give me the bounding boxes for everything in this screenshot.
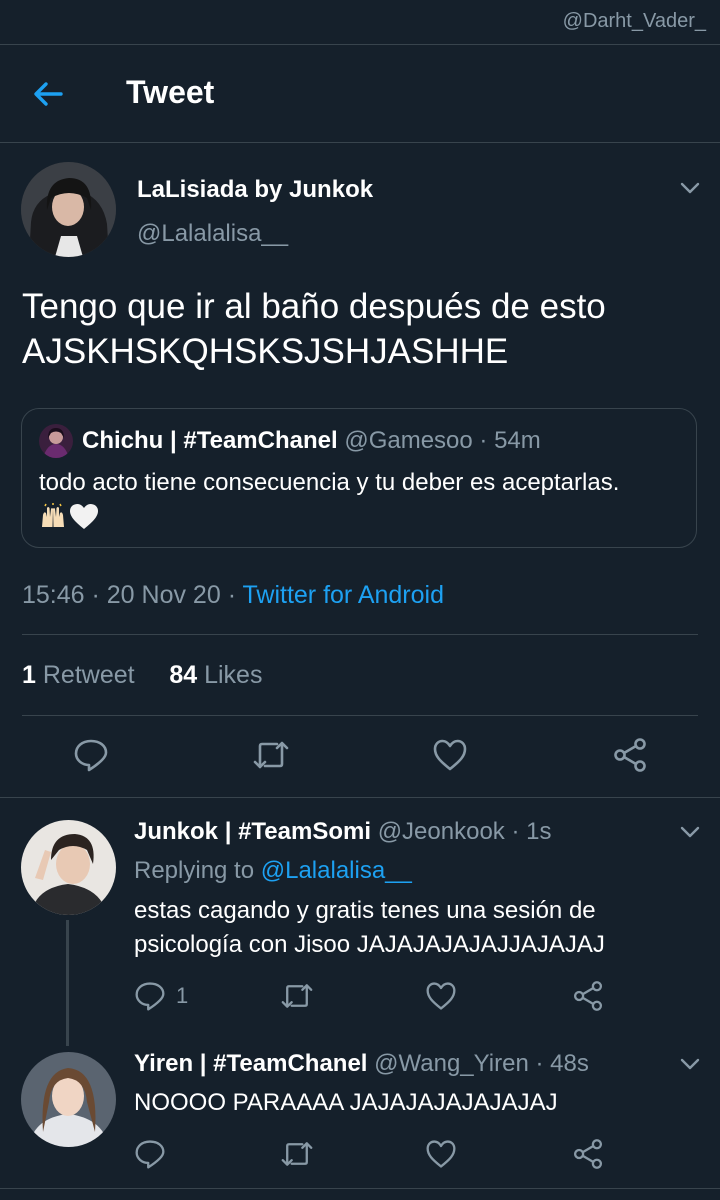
tweet-text-line: AJSKHSKQHSKSJSHJASHHE bbox=[22, 332, 509, 371]
reply-author-meta: @Jeonkook · 1s bbox=[377, 818, 552, 845]
reply-button[interactable]: 1 bbox=[134, 980, 188, 1012]
divider bbox=[0, 1188, 720, 1189]
watermark-bar: @Darht_Vader_ bbox=[0, 0, 720, 45]
share-icon bbox=[572, 1138, 604, 1170]
quote-author-meta: @Gamesoo · 54m bbox=[344, 427, 541, 454]
tweet-text: Tengo que ir al baño después de esto AJS… bbox=[22, 284, 702, 374]
source-link[interactable]: Twitter for Android bbox=[243, 581, 444, 609]
retweet-icon bbox=[280, 980, 314, 1012]
retweets-stat[interactable]: 1 Retweet bbox=[22, 661, 135, 689]
like-count: 84 bbox=[169, 661, 198, 689]
likes-stat[interactable]: 84 Likes bbox=[169, 661, 262, 689]
reply-icon bbox=[134, 980, 166, 1012]
white-heart-emoji bbox=[69, 503, 99, 531]
chevron-down-icon[interactable] bbox=[678, 1052, 702, 1076]
like-button[interactable] bbox=[425, 1138, 457, 1170]
reply-count: 1 bbox=[176, 983, 189, 1008]
author-handle[interactable]: @Lalalalisa__ bbox=[137, 220, 288, 248]
watermark: @Darht_Vader_ bbox=[562, 10, 706, 32]
retweet-icon bbox=[252, 737, 290, 773]
quote-text: todo acto tiene consecuencia y tu deber … bbox=[39, 469, 620, 496]
page-title: Tweet bbox=[126, 74, 215, 110]
like-icon bbox=[425, 1138, 457, 1170]
author-name[interactable]: LaLisiada by Junkok bbox=[137, 176, 373, 204]
retweet-button[interactable] bbox=[280, 1138, 314, 1170]
divider bbox=[22, 634, 698, 635]
like-label: Likes bbox=[204, 661, 263, 689]
tweet-text-line: Tengo que ir al baño después de esto bbox=[22, 287, 606, 326]
author-avatar[interactable] bbox=[21, 162, 116, 257]
reply-icon bbox=[73, 737, 109, 773]
tweet-timestamp: 15:46 · 20 Nov 20 · Twitter for Android bbox=[22, 581, 444, 610]
reply-author-meta: @Wang_Yiren · 48s bbox=[374, 1050, 589, 1077]
reply-author-name[interactable]: Yiren | #TeamChanel bbox=[134, 1050, 367, 1077]
retweet-button[interactable] bbox=[280, 980, 314, 1012]
reply-header: Junkok | #TeamSomi @Jeonkook · 1s bbox=[134, 818, 551, 846]
reply-author-name[interactable]: Junkok | #TeamSomi bbox=[134, 818, 371, 845]
quote-author-name: Chichu | #TeamChanel bbox=[82, 427, 338, 454]
quote-emojis bbox=[39, 503, 99, 531]
retweet-count: 1 bbox=[22, 661, 36, 689]
chevron-down-icon[interactable] bbox=[678, 176, 702, 200]
share-icon bbox=[612, 737, 648, 773]
like-button[interactable] bbox=[432, 737, 468, 773]
retweet-label: Retweet bbox=[42, 661, 135, 689]
retweet-button[interactable] bbox=[252, 737, 290, 773]
reply-text-line: NOOOO PARAAAA JAJAJAJAJAJAJAJ bbox=[134, 1089, 558, 1116]
reply-author-avatar[interactable] bbox=[21, 820, 116, 915]
tweet-stats: 1 Retweet 84 Likes bbox=[22, 661, 262, 690]
chevron-down-icon[interactable] bbox=[678, 820, 702, 844]
share-icon bbox=[572, 980, 604, 1012]
reply-header: Yiren | #TeamChanel @Wang_Yiren · 48s bbox=[134, 1050, 589, 1078]
share-button[interactable] bbox=[572, 980, 604, 1012]
thread-connector bbox=[66, 920, 69, 1046]
like-button[interactable] bbox=[425, 980, 457, 1012]
raising-hands-emoji bbox=[39, 503, 67, 531]
reply-text: estas cagando y gratis tenes una sesión … bbox=[134, 894, 605, 962]
reply-text-line: psicología con Jisoo JAJAJAJAJAJJAJAJAJ bbox=[134, 931, 605, 958]
replying-to: Replying to @Lalalalisa__ bbox=[134, 857, 412, 885]
replying-label: Replying to bbox=[134, 857, 261, 884]
reply-button[interactable] bbox=[73, 737, 109, 773]
like-icon bbox=[432, 737, 468, 773]
quoted-tweet[interactable]: Chichu | #TeamChanel @Gamesoo · 54m todo… bbox=[21, 408, 697, 548]
reply-icon bbox=[134, 1138, 166, 1170]
reply-author-avatar[interactable] bbox=[21, 1052, 116, 1147]
quote-avatar bbox=[39, 424, 73, 458]
reply-text-line: estas cagando y gratis tenes una sesión … bbox=[134, 897, 596, 924]
replying-mention[interactable]: @Lalalalisa__ bbox=[261, 857, 412, 884]
retweet-icon bbox=[280, 1138, 314, 1170]
back-arrow-icon[interactable] bbox=[30, 76, 66, 112]
quote-header: Chichu | #TeamChanel @Gamesoo · 54m bbox=[82, 427, 541, 455]
divider bbox=[0, 797, 720, 798]
share-button[interactable] bbox=[572, 1138, 604, 1170]
reply-text: NOOOO PARAAAA JAJAJAJAJAJAJAJ bbox=[134, 1086, 558, 1120]
share-button[interactable] bbox=[612, 737, 648, 773]
reply-button[interactable] bbox=[134, 1138, 166, 1170]
divider bbox=[22, 715, 698, 716]
like-icon bbox=[425, 980, 457, 1012]
header: Tweet bbox=[0, 44, 720, 143]
tweet-time: 15:46 · 20 Nov 20 · bbox=[22, 581, 243, 609]
